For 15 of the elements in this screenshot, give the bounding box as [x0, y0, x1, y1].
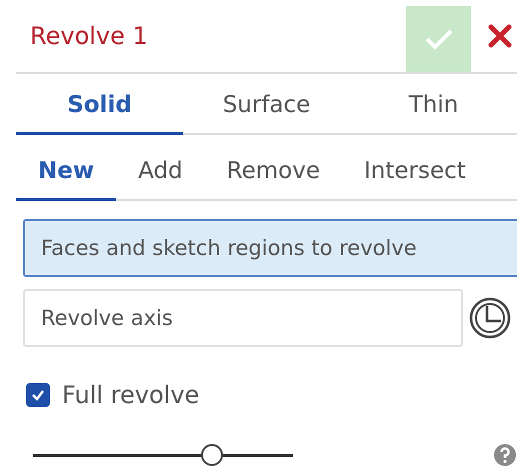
help-icon[interactable]: [493, 443, 517, 467]
selection-field[interactable]: Faces and sketch regions to revolve: [23, 219, 517, 277]
feature-title: Revolve 1: [30, 22, 149, 50]
body-type-tab[interactable]: Solid: [16, 74, 183, 135]
check-icon: [424, 27, 454, 51]
checkbox[interactable]: [26, 383, 50, 407]
close-icon: [487, 23, 513, 49]
clock-icon[interactable]: [468, 296, 512, 340]
operation-tab[interactable]: Remove: [204, 135, 342, 201]
full-revolve-label: Full revolve: [62, 381, 200, 409]
operation-tab[interactable]: New: [16, 135, 116, 201]
operation-tab[interactable]: Add: [116, 135, 205, 201]
body-type-tab[interactable]: Surface: [183, 74, 350, 135]
operation-tab[interactable]: Intersect: [342, 135, 466, 201]
body-type-tab[interactable]: Thin: [350, 74, 517, 135]
